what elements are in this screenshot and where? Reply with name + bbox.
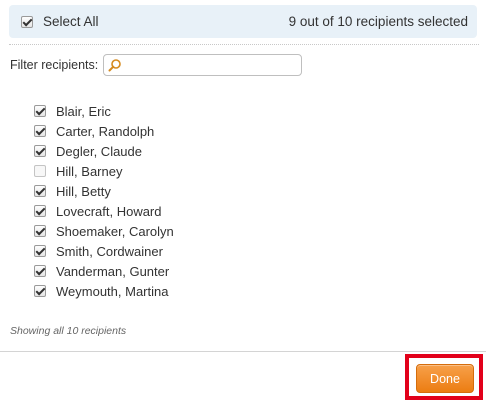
recipient-item[interactable]: Shoemaker, Carolyn xyxy=(34,221,174,241)
done-button[interactable]: Done xyxy=(416,364,474,393)
showing-count-text: Showing all 10 recipients xyxy=(10,325,127,337)
recipient-picker-dialog: Select All 9 out of 10 recipients select… xyxy=(0,0,486,404)
recipient-name[interactable]: Vanderman, Gunter xyxy=(56,264,169,279)
recipient-checkbox[interactable] xyxy=(34,205,46,217)
recipient-checkbox[interactable] xyxy=(34,225,46,237)
filter-label: Filter recipients: xyxy=(10,58,99,72)
search-icon xyxy=(108,58,122,72)
recipient-checkbox[interactable] xyxy=(34,105,46,117)
recipient-list: Blair, Eric Carter, Randolph Degler, Claud… xyxy=(34,101,174,301)
recipient-name[interactable]: Shoemaker, Carolyn xyxy=(56,224,174,239)
recipient-checkbox[interactable] xyxy=(34,285,46,297)
recipient-name[interactable]: Smith, Cordwainer xyxy=(56,244,163,259)
recipient-item[interactable]: Degler, Claude xyxy=(34,141,174,161)
recipient-item[interactable]: Carter, Randolph xyxy=(34,121,174,141)
divider xyxy=(9,44,479,45)
recipient-name[interactable]: Hill, Betty xyxy=(56,184,111,199)
footer-divider xyxy=(0,351,486,352)
recipient-item[interactable]: Hill, Barney xyxy=(34,161,174,181)
recipient-checkbox[interactable] xyxy=(34,265,46,277)
recipient-item[interactable]: Weymouth, Martina xyxy=(34,281,174,301)
filter-input[interactable] xyxy=(126,58,297,72)
selected-count-text: 9 out of 10 recipients selected xyxy=(288,14,468,29)
recipient-name[interactable]: Carter, Randolph xyxy=(56,124,154,139)
select-all-checkbox[interactable] xyxy=(21,15,33,28)
recipient-item[interactable]: Hill, Betty xyxy=(34,181,174,201)
recipient-name[interactable]: Blair, Eric xyxy=(56,104,111,119)
recipient-item[interactable]: Vanderman, Gunter xyxy=(34,261,174,281)
select-all-label[interactable]: Select All xyxy=(43,14,99,29)
recipient-item[interactable]: Smith, Cordwainer xyxy=(34,241,174,261)
recipient-item[interactable]: Blair, Eric xyxy=(34,101,174,121)
recipient-checkbox[interactable] xyxy=(34,125,46,137)
recipient-checkbox[interactable] xyxy=(34,245,46,257)
recipient-name[interactable]: Weymouth, Martina xyxy=(56,284,168,299)
recipient-name[interactable]: Lovecraft, Howard xyxy=(56,204,162,219)
filter-row: Filter recipients: xyxy=(10,54,303,76)
recipient-name[interactable]: Hill, Barney xyxy=(56,164,122,179)
recipient-checkbox[interactable] xyxy=(34,165,46,177)
select-all-bar: Select All 9 out of 10 recipients select… xyxy=(9,5,477,38)
recipient-item[interactable]: Lovecraft, Howard xyxy=(34,201,174,221)
filter-search-box[interactable] xyxy=(103,54,303,76)
recipient-checkbox[interactable] xyxy=(34,185,46,197)
recipient-name[interactable]: Degler, Claude xyxy=(56,144,142,159)
recipient-checkbox[interactable] xyxy=(34,145,46,157)
